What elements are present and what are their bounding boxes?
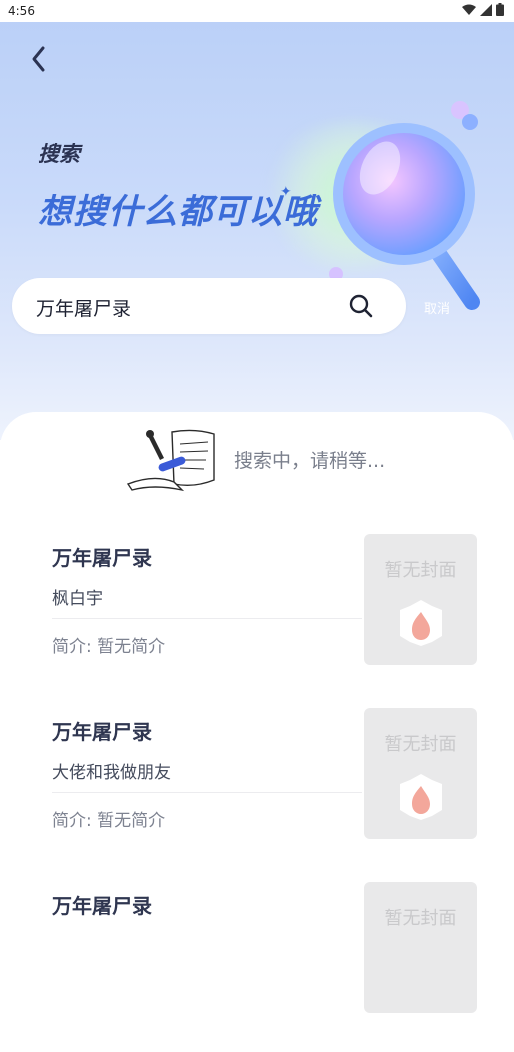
result-divider [52, 792, 362, 793]
result-author: 大佬和我做朋友 [52, 763, 171, 783]
back-arrow-icon[interactable] [24, 42, 54, 76]
result-item[interactable]: 万年屠尸录 暂无封面 [0, 882, 514, 1052]
page-slogan: 想搜什么都可以哦 [38, 192, 318, 232]
result-cover: 暂无封面 [364, 534, 477, 665]
status-icons [462, 3, 504, 16]
sparkle-icon: ✦ [280, 184, 292, 200]
result-intro: 简介: 暂无简介 [52, 811, 166, 831]
loading-text: 搜索中，请稍等... [234, 450, 386, 472]
result-item[interactable]: 万年屠尸录 大佬和我做朋友 简介: 暂无简介 暂无封面 [0, 708, 514, 878]
result-cover: 暂无封面 [364, 882, 477, 1013]
flame-logo-icon [400, 774, 442, 820]
search-input[interactable]: 万年屠尸录 [36, 294, 131, 321]
wifi-icon [462, 4, 476, 15]
status-time: 4:56 [8, 4, 35, 18]
cover-placeholder-text: 暂无封面 [384, 734, 457, 755]
battery-icon [496, 3, 504, 16]
status-bar: 4:56 [0, 0, 514, 22]
result-title: 万年屠尸录 [52, 546, 152, 570]
cancel-button[interactable]: 取消 [424, 298, 450, 317]
result-cover: 暂无封面 [364, 708, 477, 839]
result-author: 枫白宇 [52, 589, 103, 609]
result-item[interactable]: 万年屠尸录 枫白宇 简介: 暂无简介 暂无封面 [0, 534, 514, 704]
search-icon[interactable] [348, 293, 374, 319]
result-title: 万年屠尸录 [52, 720, 152, 744]
signal-icon [480, 3, 492, 16]
writing-paper-illustration [126, 429, 215, 492]
search-bar[interactable]: 万年屠尸录 [12, 278, 406, 334]
result-divider [52, 618, 362, 619]
cover-placeholder-text: 暂无封面 [384, 908, 457, 929]
result-title: 万年屠尸录 [52, 894, 152, 918]
page-subtitle: 搜索 [38, 142, 80, 166]
cover-placeholder-text: 暂无封面 [384, 560, 457, 581]
result-intro: 简介: 暂无简介 [52, 637, 166, 657]
flame-logo-icon [400, 600, 442, 646]
